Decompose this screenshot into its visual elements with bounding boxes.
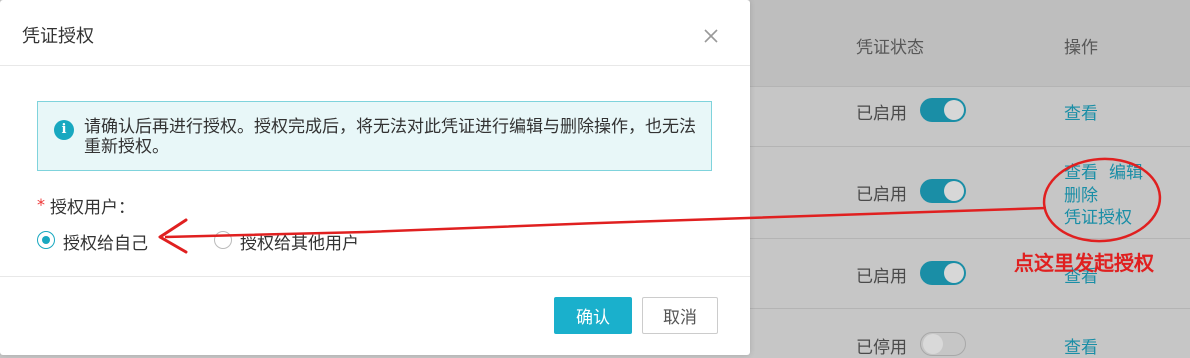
edit-link[interactable]: 编辑	[1109, 158, 1143, 183]
field-label: 授权用户：	[50, 198, 135, 218]
status-text: 已启用	[856, 104, 907, 124]
status-toggle[interactable]	[920, 332, 966, 356]
close-icon[interactable]	[700, 25, 722, 47]
column-header-status: 凭证状态	[856, 38, 924, 58]
info-icon: i	[54, 120, 74, 140]
annotation-text: 点这里发起授权	[1014, 251, 1154, 275]
view-link[interactable]: 查看	[1064, 99, 1098, 124]
alert-text: 请确认后再进行授权。授权完成后，将无法对此凭证进行编辑与删除操作，也无法重新授权…	[84, 117, 696, 157]
row-divider	[750, 238, 1190, 239]
authorize-dialog: 凭证授权 i 请确认后再进行授权。授权完成后，将无法对此凭证进行编辑与删除操作，…	[0, 0, 750, 355]
view-link[interactable]: 查看	[1064, 333, 1098, 358]
status-toggle[interactable]	[920, 179, 966, 203]
authorize-link[interactable]: 凭证授权	[1064, 203, 1132, 228]
radio-others[interactable]	[214, 231, 232, 249]
info-alert: i 请确认后再进行授权。授权完成后，将无法对此凭证进行编辑与删除操作，也无法重新…	[37, 101, 712, 171]
row-divider	[750, 308, 1190, 309]
row-divider	[750, 146, 1190, 147]
status-text: 已启用	[856, 267, 907, 287]
status-toggle[interactable]	[920, 98, 966, 122]
radio-others-label[interactable]: 授权给其他用户	[240, 229, 359, 254]
cancel-button[interactable]: 取消	[642, 297, 718, 334]
confirm-button[interactable]: 确认	[554, 297, 632, 334]
status-text: 已启用	[856, 185, 907, 205]
dialog-title: 凭证授权	[22, 26, 94, 47]
required-mark: *	[37, 195, 45, 214]
view-link[interactable]: 查看	[1064, 158, 1098, 183]
header-divider	[0, 65, 750, 66]
table-header	[750, 0, 1190, 87]
radio-self[interactable]	[37, 231, 55, 249]
radio-self-label[interactable]: 授权给自己	[63, 229, 148, 254]
status-toggle[interactable]	[920, 261, 966, 285]
column-header-operations: 操作	[1064, 38, 1098, 58]
footer-divider	[0, 276, 750, 277]
status-text: 已停用	[856, 338, 907, 358]
